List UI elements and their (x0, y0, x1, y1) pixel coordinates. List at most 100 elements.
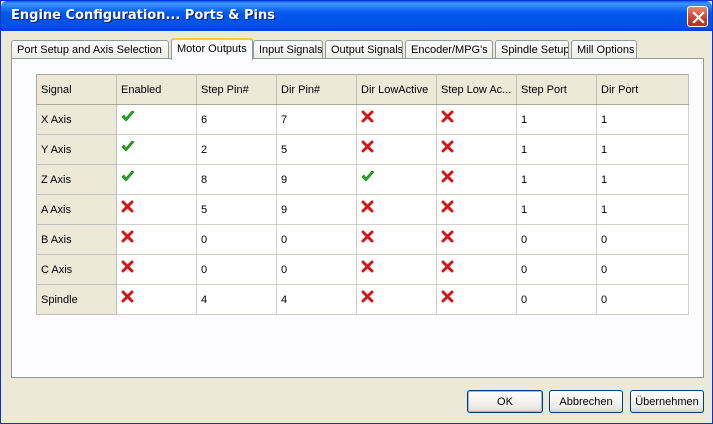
column-header-step-low-active[interactable]: Step Low Ac... (436, 74, 517, 105)
cross-icon (441, 110, 454, 122)
cross-icon (361, 140, 374, 152)
motor-outputs-panel: Signal Enabled Step Pin# Dir Pin# Dir Lo… (11, 58, 704, 378)
cell-dir-port[interactable]: 0 (596, 284, 689, 315)
tab-label: Motor Outputs (177, 43, 247, 55)
cell-step-port[interactable]: 1 (516, 194, 597, 225)
cell-enabled[interactable] (116, 254, 197, 285)
column-header-step-port[interactable]: Step Port (516, 74, 597, 105)
cell-step-pin[interactable]: 5 (196, 194, 277, 225)
tab-motor-outputs[interactable]: Motor Outputs (171, 38, 253, 60)
cell-dir-port[interactable]: 1 (596, 164, 689, 195)
cell-dir-port[interactable]: 1 (596, 134, 689, 165)
cell-step-low-active[interactable] (436, 224, 517, 255)
row-signal-label[interactable]: Spindle (36, 284, 117, 315)
cell-step-port[interactable]: 0 (516, 284, 597, 315)
grid-header-row: Signal Enabled Step Pin# Dir Pin# Dir Lo… (36, 74, 689, 105)
cell-step-pin[interactable]: 2 (196, 134, 277, 165)
tab-mill-options[interactable]: Mill Options (571, 40, 637, 59)
cell-enabled[interactable] (116, 284, 197, 315)
cell-step-port[interactable]: 1 (516, 104, 597, 135)
ok-button[interactable]: OK (467, 390, 543, 413)
tab-input-signals[interactable]: Input Signals (253, 40, 323, 59)
close-button[interactable] (687, 6, 708, 27)
cell-step-pin[interactable]: 0 (196, 224, 277, 255)
grid-row[interactable]: Z Axis 8 9 1 1 (36, 164, 689, 195)
tab-label: Input Signals (259, 44, 323, 56)
cancel-button[interactable]: Abbrechen (549, 390, 623, 413)
cell-enabled[interactable] (116, 194, 197, 225)
cell-dir-port[interactable]: 0 (596, 254, 689, 285)
cell-dir-pin[interactable]: 9 (276, 164, 357, 195)
row-signal-label[interactable]: Y Axis (36, 134, 117, 165)
column-header-enabled[interactable]: Enabled (116, 74, 197, 105)
cell-step-low-active[interactable] (436, 104, 517, 135)
cell-step-pin[interactable]: 4 (196, 284, 277, 315)
cell-dir-low-active[interactable] (356, 164, 437, 195)
column-header-signal[interactable]: Signal (36, 74, 117, 105)
row-signal-label[interactable]: X Axis (36, 104, 117, 135)
cell-enabled[interactable] (116, 224, 197, 255)
cross-icon (361, 230, 374, 242)
row-signal-label[interactable]: C Axis (36, 254, 117, 285)
cell-dir-low-active[interactable] (356, 254, 437, 285)
cell-dir-low-active[interactable] (356, 104, 437, 135)
cross-icon (361, 290, 374, 302)
grid-body: X Axis 6 7 1 1 Y Axis 2 5 1 1 Z Axis 8 9 1 1 A Axis 5 9 1 1… (36, 104, 689, 315)
cell-enabled[interactable] (116, 104, 197, 135)
cell-dir-port[interactable]: 1 (596, 104, 689, 135)
grid-row[interactable]: A Axis 5 9 1 1 (36, 194, 689, 225)
tab-port-setup[interactable]: Port Setup and Axis Selection (11, 40, 169, 59)
cell-step-low-active[interactable] (436, 194, 517, 225)
tab-encoder-mpg[interactable]: Encoder/MPG's (405, 40, 493, 59)
row-signal-label[interactable]: A Axis (36, 194, 117, 225)
column-header-step-pin[interactable]: Step Pin# (196, 74, 277, 105)
cell-dir-port[interactable]: 0 (596, 224, 689, 255)
grid-row[interactable]: X Axis 6 7 1 1 (36, 104, 689, 135)
grid-row[interactable]: B Axis 0 0 0 0 (36, 224, 689, 255)
tab-label: Encoder/MPG's (411, 44, 488, 56)
cell-step-pin[interactable]: 0 (196, 254, 277, 285)
column-header-dir-port[interactable]: Dir Port (596, 74, 689, 105)
cross-icon (121, 200, 134, 212)
cell-step-pin[interactable]: 6 (196, 104, 277, 135)
cell-step-low-active[interactable] (436, 134, 517, 165)
close-icon (692, 11, 705, 24)
cell-dir-pin[interactable]: 0 (276, 254, 357, 285)
cell-step-port[interactable]: 0 (516, 224, 597, 255)
cell-enabled[interactable] (116, 134, 197, 165)
cell-dir-low-active[interactable] (356, 134, 437, 165)
cell-dir-port[interactable]: 1 (596, 194, 689, 225)
row-signal-label[interactable]: B Axis (36, 224, 117, 255)
cell-dir-low-active[interactable] (356, 224, 437, 255)
title-bar[interactable]: Engine Configuration... Ports & Pins (1, 1, 712, 31)
grid-row[interactable]: Y Axis 2 5 1 1 (36, 134, 689, 165)
grid-row[interactable]: Spindle 4 4 0 0 (36, 284, 689, 315)
cross-icon (441, 200, 454, 212)
cell-dir-pin[interactable]: 4 (276, 284, 357, 315)
cell-dir-pin[interactable]: 7 (276, 104, 357, 135)
check-icon (121, 140, 135, 151)
cell-dir-low-active[interactable] (356, 284, 437, 315)
cell-step-low-active[interactable] (436, 284, 517, 315)
cell-enabled[interactable] (116, 164, 197, 195)
cross-icon (441, 140, 454, 152)
apply-button[interactable]: Übernehmen (630, 390, 704, 413)
column-header-dir-pin[interactable]: Dir Pin# (276, 74, 357, 105)
cell-dir-pin[interactable]: 9 (276, 194, 357, 225)
cell-step-low-active[interactable] (436, 254, 517, 285)
cell-dir-pin[interactable]: 5 (276, 134, 357, 165)
column-header-dir-low-active[interactable]: Dir LowActive (356, 74, 437, 105)
cell-step-port[interactable]: 1 (516, 164, 597, 195)
cell-step-port[interactable]: 1 (516, 134, 597, 165)
cell-dir-low-active[interactable] (356, 194, 437, 225)
tab-output-signals[interactable]: Output Signals (325, 40, 403, 59)
tab-label: Mill Options (577, 44, 635, 56)
cell-step-pin[interactable]: 8 (196, 164, 277, 195)
tab-spindle-setup[interactable]: Spindle Setup (495, 40, 569, 59)
grid-row[interactable]: C Axis 0 0 0 0 (36, 254, 689, 285)
cell-step-port[interactable]: 0 (516, 254, 597, 285)
cell-step-low-active[interactable] (436, 164, 517, 195)
cell-dir-pin[interactable]: 0 (276, 224, 357, 255)
row-signal-label[interactable]: Z Axis (36, 164, 117, 195)
check-icon (361, 170, 375, 181)
